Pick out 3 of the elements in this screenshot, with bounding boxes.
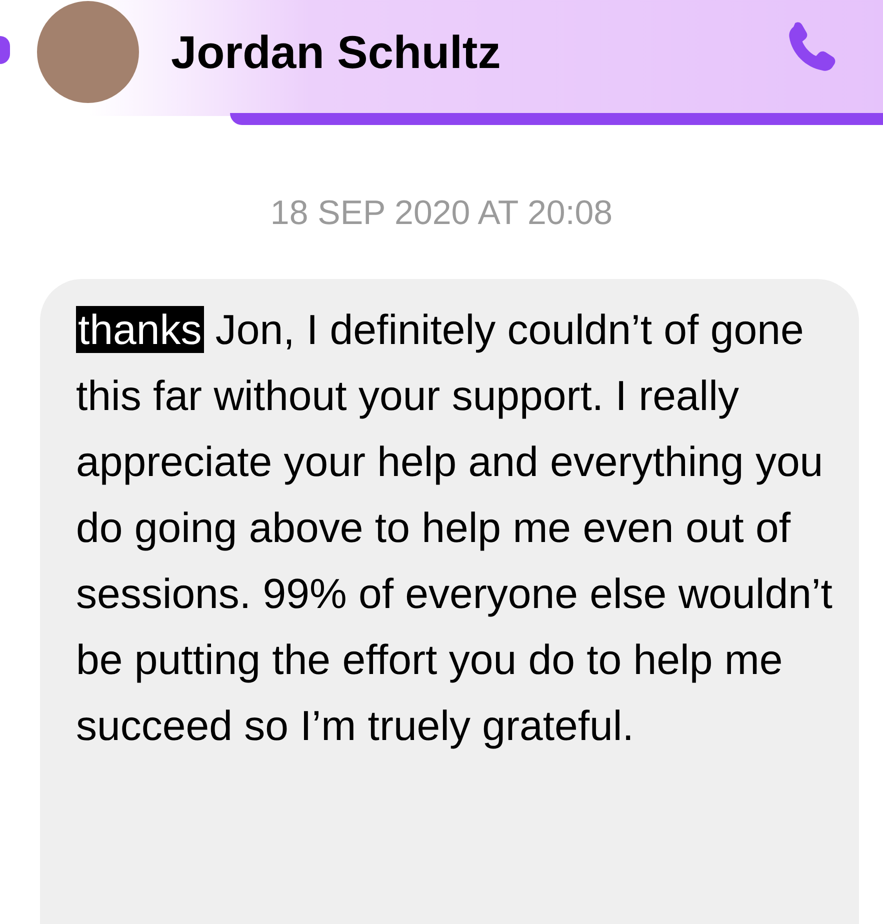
message-text: thanks Jon, I definitely couldn’t of gone this far without your support. I really appreciate your help and everything you do going above to help me even out of sessions. 99% of everyone else wouldn’t be putting the effort you do to help me succeed so I’m truely grateful. <box>76 305 834 751</box>
contact-name: Jordan Schultz <box>171 25 501 79</box>
timestamp: 18 SEP 2020 AT 20:08 <box>269 194 614 233</box>
